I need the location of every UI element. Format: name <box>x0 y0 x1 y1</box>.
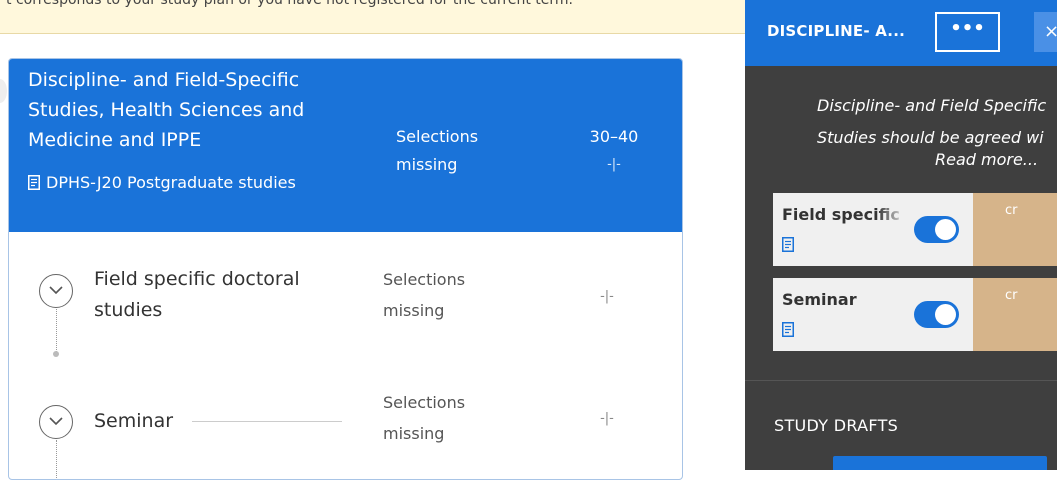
row-status-seminar: Selections missing <box>383 393 466 443</box>
term-notice-text: t corresponds to your study plan or you … <box>6 0 573 8</box>
module-title: Discipline- and Field-Specific Studies, … <box>28 69 305 151</box>
module-side-panel: DISCIPLINE- A... ••• × Discipline- and F… <box>745 0 1057 470</box>
chevron-down-icon <box>49 417 63 426</box>
row-status-field-specific: Selections missing <box>383 270 466 320</box>
tree-connector <box>56 309 57 354</box>
study-drafts-heading: STUDY DRAFTS <box>774 416 899 435</box>
term-notice-banner: t corresponds to your study plan or you … <box>0 0 745 34</box>
select-field-specific-toggle[interactable] <box>914 216 959 243</box>
chevron-down-icon <box>49 286 63 295</box>
row-credits-seminar: -|- <box>600 411 614 426</box>
document-icon <box>782 237 794 252</box>
panel-header: DISCIPLINE- A... ••• × <box>745 0 1057 66</box>
tree-connector <box>56 440 57 479</box>
select-seminar-toggle[interactable] <box>914 301 959 328</box>
document-icon <box>28 175 40 190</box>
document-icon <box>782 322 794 337</box>
study-plan-label: DPHS-J20 Postgraduate studies <box>28 167 348 198</box>
module-credits: 30–40 -|- <box>579 123 649 179</box>
panel-divider <box>745 380 1057 381</box>
collapse-handle[interactable] <box>0 79 7 103</box>
read-more-link[interactable]: Read more... <box>929 150 1039 169</box>
module-status: Selections missing <box>396 127 479 174</box>
description-fade <box>817 166 937 192</box>
row-divider <box>192 421 342 422</box>
panel-item-field-specific: Field specific cr <box>773 193 1057 266</box>
new-draft-button[interactable] <box>833 456 1047 470</box>
expand-field-specific-button[interactable] <box>39 274 73 308</box>
module-card: Discipline- and Field-Specific Studies, … <box>8 58 683 480</box>
panel-item-seminar: Seminar cr <box>773 278 1057 351</box>
row-credits-field-specific: -|- <box>600 289 614 304</box>
toggle-knob <box>935 219 956 240</box>
panel-description: Discipline- and Field Specific Studies s… <box>817 96 1047 147</box>
more-options-button[interactable]: ••• <box>935 12 1000 52</box>
expand-seminar-button[interactable] <box>39 405 73 439</box>
tree-node-dot <box>53 351 59 357</box>
panel-title: DISCIPLINE- A... <box>767 22 905 40</box>
row-title-seminar[interactable]: Seminar <box>94 406 173 437</box>
close-panel-button[interactable]: × <box>1034 12 1057 52</box>
module-credit-range: 30–40 <box>589 127 639 146</box>
credit-unit-label: cr <box>1005 203 1018 218</box>
panel-item-label: Field specific <box>782 205 907 224</box>
module-header[interactable]: Discipline- and Field-Specific Studies, … <box>9 59 682 232</box>
toggle-knob <box>935 304 956 325</box>
panel-item-label: Seminar <box>782 290 907 309</box>
credit-unit-label: cr <box>1005 288 1018 303</box>
module-credit-count: -|- <box>607 157 621 172</box>
study-plan-code: DPHS-J20 Postgraduate studies <box>46 173 296 192</box>
row-title-field-specific[interactable]: Field specific doctoral studies <box>94 264 344 326</box>
